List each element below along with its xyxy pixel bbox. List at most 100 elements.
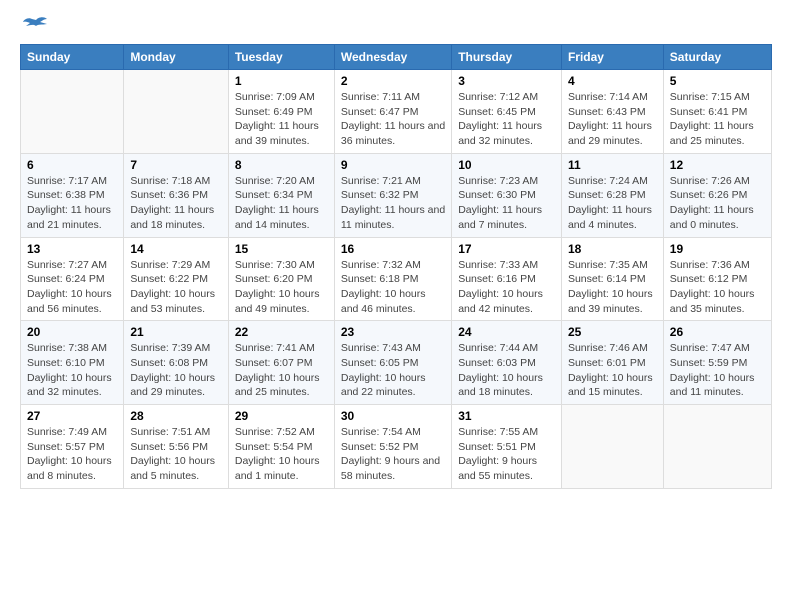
day-info: Sunrise: 7:44 AM Sunset: 6:03 PM Dayligh… — [458, 341, 555, 400]
calendar-cell: 15 Sunrise: 7:30 AM Sunset: 6:20 PM Dayli… — [228, 237, 334, 321]
week-row-5: 27Sunrise: 7:49 AM Sunset: 5:57 PM Dayli… — [21, 405, 772, 489]
day-info: Sunrise: 7:12 AM Sunset: 6:45 PM Dayligh… — [458, 90, 555, 149]
day-number: 24 — [458, 325, 555, 339]
calendar-cell: 23 Sunrise: 7:43 AM Sunset: 6:05 PM Dayli… — [334, 321, 451, 405]
day-number: 10 — [458, 158, 555, 172]
day-number: 22 — [235, 325, 328, 339]
calendar-cell — [663, 405, 771, 489]
header-row: SundayMondayTuesdayWednesdayThursdayFrid… — [21, 45, 772, 70]
calendar-cell: 12Sunrise: 7:26 AM Sunset: 6:26 PM Dayli… — [663, 153, 771, 237]
day-info: Sunrise: 7:41 AM Sunset: 6:07 PM Dayligh… — [235, 341, 328, 400]
day-info: Sunrise: 7:32 AM Sunset: 6:18 PM Dayligh… — [341, 258, 445, 317]
calendar-cell: 8 Sunrise: 7:20 AM Sunset: 6:34 PM Daylig… — [228, 153, 334, 237]
day-number: 5 — [670, 74, 765, 88]
day-info: Sunrise: 7:27 AM Sunset: 6:24 PM Dayligh… — [27, 258, 117, 317]
day-number: 18 — [568, 242, 657, 256]
logo — [20, 16, 48, 36]
day-info: Sunrise: 7:47 AM Sunset: 5:59 PM Dayligh… — [670, 341, 765, 400]
day-info: Sunrise: 7:52 AM Sunset: 5:54 PM Dayligh… — [235, 425, 328, 484]
day-number: 19 — [670, 242, 765, 256]
calendar-cell: 24 Sunrise: 7:44 AM Sunset: 6:03 PM Dayli… — [452, 321, 562, 405]
calendar-cell: 18Sunrise: 7:35 AM Sunset: 6:14 PM Dayli… — [561, 237, 663, 321]
calendar-cell: 28Sunrise: 7:51 AM Sunset: 5:56 PM Dayli… — [124, 405, 229, 489]
calendar-body: 1 Sunrise: 7:09 AM Sunset: 6:49 PM Daylig… — [21, 70, 772, 489]
calendar-header: SundayMondayTuesdayWednesdayThursdayFrid… — [21, 45, 772, 70]
calendar-cell: 31 Sunrise: 7:55 AM Sunset: 5:51 PM Dayli… — [452, 405, 562, 489]
calendar-cell: 7Sunrise: 7:18 AM Sunset: 6:36 PM Daylig… — [124, 153, 229, 237]
calendar-cell: 3 Sunrise: 7:12 AM Sunset: 6:45 PM Daylig… — [452, 70, 562, 154]
calendar-cell: 5Sunrise: 7:15 AM Sunset: 6:41 PM Daylig… — [663, 70, 771, 154]
day-info: Sunrise: 7:17 AM Sunset: 6:38 PM Dayligh… — [27, 174, 117, 233]
calendar-table: SundayMondayTuesdayWednesdayThursdayFrid… — [20, 44, 772, 489]
day-number: 11 — [568, 158, 657, 172]
calendar-cell — [561, 405, 663, 489]
week-row-4: 20 Sunrise: 7:38 AM Sunset: 6:10 PM Dayli… — [21, 321, 772, 405]
day-info: Sunrise: 7:54 AM Sunset: 5:52 PM Dayligh… — [341, 425, 445, 484]
day-info: Sunrise: 7:38 AM Sunset: 6:10 PM Dayligh… — [27, 341, 117, 400]
day-number: 9 — [341, 158, 445, 172]
day-number: 13 — [27, 242, 117, 256]
calendar-cell: 2 Sunrise: 7:11 AM Sunset: 6:47 PM Daylig… — [334, 70, 451, 154]
calendar-cell — [124, 70, 229, 154]
day-info: Sunrise: 7:14 AM Sunset: 6:43 PM Dayligh… — [568, 90, 657, 149]
calendar-cell: 13 Sunrise: 7:27 AM Sunset: 6:24 PM Dayli… — [21, 237, 124, 321]
day-info: Sunrise: 7:23 AM Sunset: 6:30 PM Dayligh… — [458, 174, 555, 233]
day-number: 16 — [341, 242, 445, 256]
day-info: Sunrise: 7:43 AM Sunset: 6:05 PM Dayligh… — [341, 341, 445, 400]
day-info: Sunrise: 7:26 AM Sunset: 6:26 PM Dayligh… — [670, 174, 765, 233]
day-number: 3 — [458, 74, 555, 88]
day-number: 8 — [235, 158, 328, 172]
calendar-cell: 25Sunrise: 7:46 AM Sunset: 6:01 PM Dayli… — [561, 321, 663, 405]
week-row-1: 1 Sunrise: 7:09 AM Sunset: 6:49 PM Daylig… — [21, 70, 772, 154]
calendar-cell: 19 Sunrise: 7:36 AM Sunset: 6:12 PM Dayli… — [663, 237, 771, 321]
week-row-2: 6Sunrise: 7:17 AM Sunset: 6:38 PM Daylig… — [21, 153, 772, 237]
calendar-cell: 4 Sunrise: 7:14 AM Sunset: 6:43 PM Daylig… — [561, 70, 663, 154]
calendar-cell: 17 Sunrise: 7:33 AM Sunset: 6:16 PM Dayli… — [452, 237, 562, 321]
day-number: 23 — [341, 325, 445, 339]
column-header-wednesday: Wednesday — [334, 45, 451, 70]
column-header-thursday: Thursday — [452, 45, 562, 70]
column-header-saturday: Saturday — [663, 45, 771, 70]
calendar-cell — [21, 70, 124, 154]
day-number: 30 — [341, 409, 445, 423]
week-row-3: 13 Sunrise: 7:27 AM Sunset: 6:24 PM Dayli… — [21, 237, 772, 321]
calendar-cell: 30 Sunrise: 7:54 AM Sunset: 5:52 PM Dayli… — [334, 405, 451, 489]
day-info: Sunrise: 7:21 AM Sunset: 6:32 PM Dayligh… — [341, 174, 445, 233]
day-info: Sunrise: 7:20 AM Sunset: 6:34 PM Dayligh… — [235, 174, 328, 233]
day-number: 1 — [235, 74, 328, 88]
calendar-cell: 16 Sunrise: 7:32 AM Sunset: 6:18 PM Dayli… — [334, 237, 451, 321]
day-number: 17 — [458, 242, 555, 256]
logo-bird-icon — [22, 16, 48, 36]
calendar-cell: 21Sunrise: 7:39 AM Sunset: 6:08 PM Dayli… — [124, 321, 229, 405]
day-info: Sunrise: 7:09 AM Sunset: 6:49 PM Dayligh… — [235, 90, 328, 149]
day-number: 15 — [235, 242, 328, 256]
day-number: 20 — [27, 325, 117, 339]
column-header-friday: Friday — [561, 45, 663, 70]
day-info: Sunrise: 7:39 AM Sunset: 6:08 PM Dayligh… — [130, 341, 222, 400]
calendar-cell: 6Sunrise: 7:17 AM Sunset: 6:38 PM Daylig… — [21, 153, 124, 237]
day-number: 2 — [341, 74, 445, 88]
day-number: 26 — [670, 325, 765, 339]
column-header-monday: Monday — [124, 45, 229, 70]
calendar-cell: 20 Sunrise: 7:38 AM Sunset: 6:10 PM Dayli… — [21, 321, 124, 405]
day-number: 29 — [235, 409, 328, 423]
calendar-cell: 10 Sunrise: 7:23 AM Sunset: 6:30 PM Dayli… — [452, 153, 562, 237]
day-number: 4 — [568, 74, 657, 88]
day-info: Sunrise: 7:33 AM Sunset: 6:16 PM Dayligh… — [458, 258, 555, 317]
page-header — [20, 16, 772, 36]
calendar-cell: 14Sunrise: 7:29 AM Sunset: 6:22 PM Dayli… — [124, 237, 229, 321]
day-number: 31 — [458, 409, 555, 423]
day-info: Sunrise: 7:55 AM Sunset: 5:51 PM Dayligh… — [458, 425, 555, 484]
day-number: 27 — [27, 409, 117, 423]
column-header-sunday: Sunday — [21, 45, 124, 70]
day-info: Sunrise: 7:46 AM Sunset: 6:01 PM Dayligh… — [568, 341, 657, 400]
calendar-cell: 29 Sunrise: 7:52 AM Sunset: 5:54 PM Dayli… — [228, 405, 334, 489]
day-info: Sunrise: 7:30 AM Sunset: 6:20 PM Dayligh… — [235, 258, 328, 317]
day-info: Sunrise: 7:24 AM Sunset: 6:28 PM Dayligh… — [568, 174, 657, 233]
day-number: 14 — [130, 242, 222, 256]
calendar-cell: 26 Sunrise: 7:47 AM Sunset: 5:59 PM Dayli… — [663, 321, 771, 405]
calendar-cell: 9 Sunrise: 7:21 AM Sunset: 6:32 PM Daylig… — [334, 153, 451, 237]
calendar-cell: 27Sunrise: 7:49 AM Sunset: 5:57 PM Dayli… — [21, 405, 124, 489]
day-info: Sunrise: 7:36 AM Sunset: 6:12 PM Dayligh… — [670, 258, 765, 317]
day-info: Sunrise: 7:11 AM Sunset: 6:47 PM Dayligh… — [341, 90, 445, 149]
